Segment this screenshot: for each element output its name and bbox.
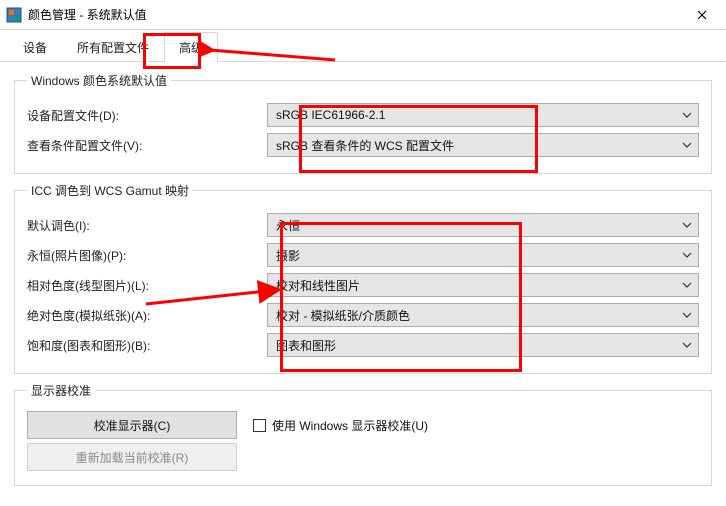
tab-advanced[interactable]: 高级 <box>164 32 218 62</box>
tab-strip: 设备 所有配置文件 高级 <box>0 30 726 62</box>
dropdown-absolute-colorimetric[interactable]: 校对 - 模拟纸张/介质颜色 <box>267 303 699 327</box>
dropdown-value: 图表和图形 <box>276 337 336 354</box>
chevron-down-icon <box>682 222 692 228</box>
titlebar: 颜色管理 - 系统默认值 <box>0 0 726 30</box>
chevron-down-icon <box>682 252 692 258</box>
checkbox-label: 使用 Windows 显示器校准(U) <box>272 417 428 434</box>
label-relative-colorimetric: 相对色度(线型图片)(L): <box>27 277 267 294</box>
content-area: Windows 颜色系统默认值 设备配置文件(D): sRGB IEC61966… <box>0 62 726 498</box>
label-saturation: 饱和度(图表和图形)(B): <box>27 337 267 354</box>
row-device-profile: 设备配置文件(D): sRGB IEC61966-2.1 <box>27 103 699 127</box>
group-legend: Windows 颜色系统默认值 <box>27 72 171 89</box>
window-title: 颜色管理 - 系统默认值 <box>28 6 679 23</box>
dropdown-relative-colorimetric[interactable]: 校对和线性图片 <box>267 273 699 297</box>
group-icc-wcs-mapping: ICC 调色到 WCS Gamut 映射 默认调色(I): 永恒 永恒(照片图像… <box>14 182 712 374</box>
chevron-down-icon <box>682 312 692 318</box>
calibrate-display-button[interactable]: 校准显示器(C) <box>27 411 237 439</box>
group-legend: ICC 调色到 WCS Gamut 映射 <box>27 182 193 199</box>
chevron-down-icon <box>682 282 692 288</box>
dropdown-saturation[interactable]: 图表和图形 <box>267 333 699 357</box>
row-perceptual: 永恒(照片图像)(P): 摄影 <box>27 243 699 267</box>
close-button[interactable] <box>679 0 724 29</box>
row-calibrate: 校准显示器(C) 使用 Windows 显示器校准(U) <box>27 411 699 439</box>
app-icon <box>6 7 22 23</box>
dropdown-value: sRGB 查看条件的 WCS 配置文件 <box>276 137 454 154</box>
group-legend: 显示器校准 <box>27 382 95 399</box>
label-perceptual: 永恒(照片图像)(P): <box>27 247 267 264</box>
dropdown-value: 摄影 <box>276 247 300 264</box>
row-absolute-colorimetric: 绝对色度(模拟纸张)(A): 校对 - 模拟纸张/介质颜色 <box>27 303 699 327</box>
row-saturation: 饱和度(图表和图形)(B): 图表和图形 <box>27 333 699 357</box>
chevron-down-icon <box>682 342 692 348</box>
label-default-rendering: 默认调色(I): <box>27 217 267 234</box>
tab-device[interactable]: 设备 <box>8 32 62 62</box>
row-relative-colorimetric: 相对色度(线型图片)(L): 校对和线性图片 <box>27 273 699 297</box>
label-device-profile: 设备配置文件(D): <box>27 107 267 124</box>
dropdown-value: 校对 - 模拟纸张/介质颜色 <box>276 307 410 324</box>
row-reload: 重新加载当前校准(R) <box>27 443 699 471</box>
reload-calibration-button: 重新加载当前校准(R) <box>27 443 237 471</box>
dropdown-device-profile[interactable]: sRGB IEC61966-2.1 <box>267 103 699 127</box>
use-windows-calibration-checkbox[interactable]: 使用 Windows 显示器校准(U) <box>253 417 428 434</box>
dropdown-value: 永恒 <box>276 217 300 234</box>
chevron-down-icon <box>682 112 692 118</box>
dropdown-value: 校对和线性图片 <box>276 277 360 294</box>
row-default-rendering: 默认调色(I): 永恒 <box>27 213 699 237</box>
dropdown-value: sRGB IEC61966-2.1 <box>276 108 385 122</box>
checkbox-icon <box>253 419 266 432</box>
dropdown-viewing-cond-profile[interactable]: sRGB 查看条件的 WCS 配置文件 <box>267 133 699 157</box>
dropdown-default-rendering[interactable]: 永恒 <box>267 213 699 237</box>
label-viewing-cond-profile: 查看条件配置文件(V): <box>27 137 267 154</box>
row-viewing-cond-profile: 查看条件配置文件(V): sRGB 查看条件的 WCS 配置文件 <box>27 133 699 157</box>
label-absolute-colorimetric: 绝对色度(模拟纸张)(A): <box>27 307 267 324</box>
chevron-down-icon <box>682 142 692 148</box>
dropdown-perceptual[interactable]: 摄影 <box>267 243 699 267</box>
group-windows-color-defaults: Windows 颜色系统默认值 设备配置文件(D): sRGB IEC61966… <box>14 72 712 174</box>
tab-all-profiles[interactable]: 所有配置文件 <box>62 32 164 62</box>
group-display-calibration: 显示器校准 校准显示器(C) 使用 Windows 显示器校准(U) 重新加载当… <box>14 382 712 486</box>
